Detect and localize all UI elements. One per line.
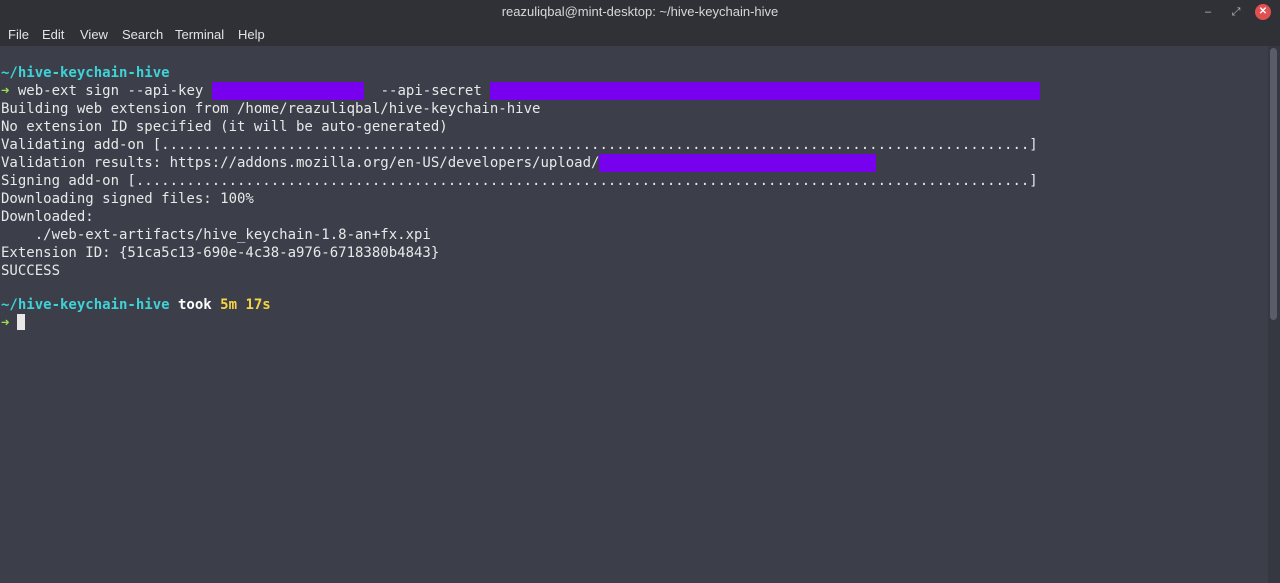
output-line: ./web-ext-artifacts/hive_keychain-1.8-an… bbox=[1, 227, 431, 243]
text-cursor bbox=[17, 314, 26, 330]
redacted-api-secret bbox=[490, 82, 1041, 100]
menu-search[interactable]: Search bbox=[122, 27, 163, 42]
menu-help[interactable]: Help bbox=[238, 27, 265, 42]
output-line: Extension ID: {51ca5c13-690e-4c38-a976-6… bbox=[1, 245, 440, 261]
prompt-directory-line: ~/hive-keychain-hive bbox=[1, 64, 170, 82]
minimize-icon[interactable]: ‒ bbox=[1199, 3, 1217, 21]
menu-view[interactable]: View bbox=[80, 27, 108, 42]
redacted-upload-id bbox=[599, 154, 877, 172]
terminal-output[interactable]: ~/hive-keychain-hive ➜ web-ext sign --ap… bbox=[0, 46, 1268, 583]
output-line: No extension ID specified (it will be au… bbox=[1, 119, 448, 135]
took-label: took bbox=[169, 297, 221, 313]
output-line-validation: Validation results: https://addons.mozil… bbox=[1, 154, 877, 172]
close-icon[interactable]: ✕ bbox=[1255, 4, 1271, 20]
command-line: ➜ web-ext sign --api-key --api-secret bbox=[1, 82, 1041, 100]
menu-file[interactable]: File bbox=[8, 27, 29, 42]
window-title: reazuliqbal@mint-desktop: ~/hive-keychai… bbox=[501, 4, 779, 19]
redacted-api-key bbox=[211, 82, 364, 100]
cwd-label: ~/hive-keychain-hive bbox=[1, 297, 170, 313]
menu-edit[interactable]: Edit bbox=[42, 27, 64, 42]
command-text: web-ext sign --api-key bbox=[9, 83, 204, 99]
active-prompt-line[interactable]: ➜ bbox=[1, 314, 26, 332]
command-text-secret: --api-secret bbox=[372, 83, 482, 99]
output-line: Signing add-on [........................… bbox=[1, 173, 1038, 189]
validation-text: Validation results: https://addons.mozil… bbox=[1, 155, 600, 171]
prompt-arrow-icon: ➜ bbox=[1, 315, 10, 331]
output-line: Downloaded: bbox=[1, 209, 94, 225]
took-time: 5m 17s bbox=[220, 297, 271, 313]
cwd-label: ~/hive-keychain-hive bbox=[1, 65, 170, 81]
output-line: Building web extension from /home/reazul… bbox=[1, 101, 541, 117]
prompt-directory-line: ~/hive-keychain-hive took 5m 17s bbox=[1, 296, 271, 314]
output-line: SUCCESS bbox=[1, 263, 61, 279]
menu-bar: File Edit View Search Terminal Help bbox=[0, 24, 1280, 46]
scrollbar-thumb[interactable] bbox=[1270, 48, 1277, 320]
output-line: Validating add-on [.....................… bbox=[1, 137, 1038, 153]
menu-terminal[interactable]: Terminal bbox=[175, 27, 224, 42]
title-bar[interactable]: reazuliqbal@mint-desktop: ~/hive-keychai… bbox=[0, 0, 1280, 24]
output-line: Downloading signed files: 100% bbox=[1, 191, 254, 207]
maximize-icon[interactable]: ⤢ bbox=[1227, 3, 1245, 21]
